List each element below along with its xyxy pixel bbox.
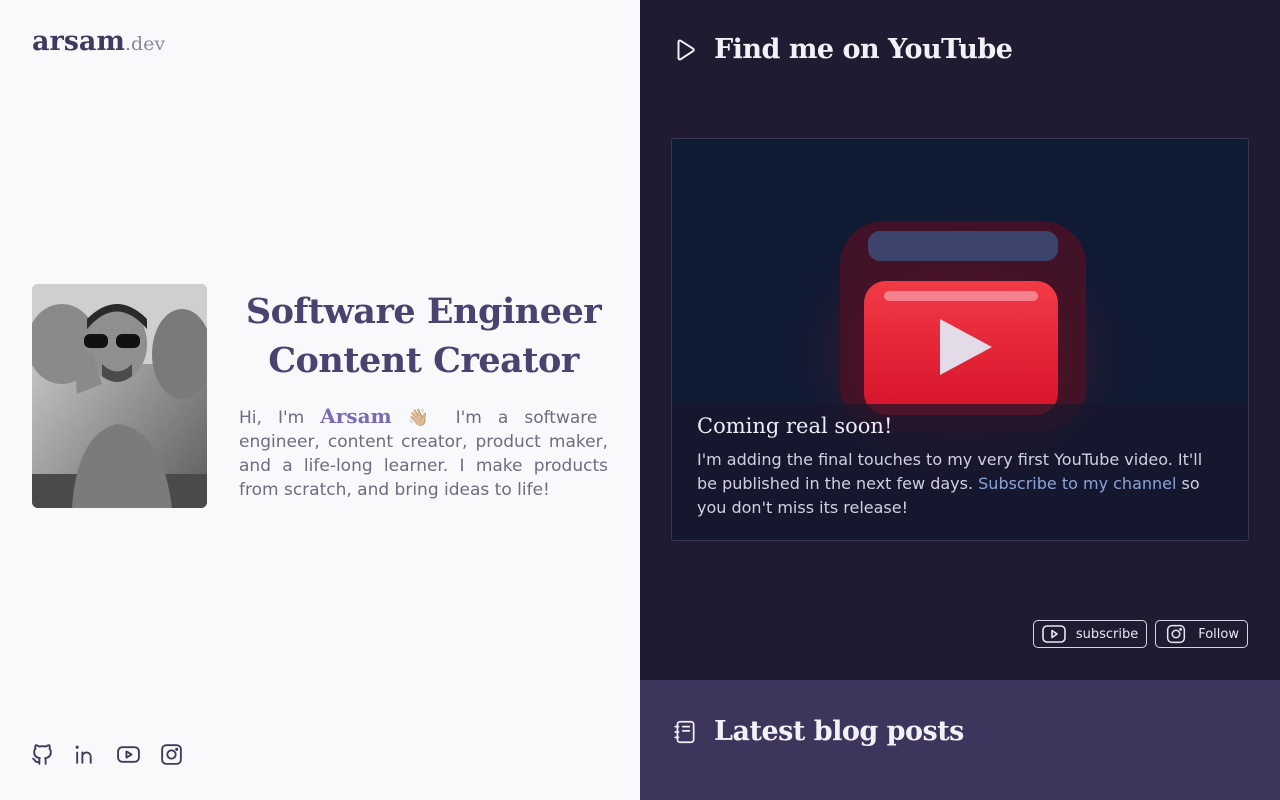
play-icon: [677, 39, 695, 60]
youtube-section: Find me on YouTube Coming real soon! I'm…: [640, 0, 1280, 680]
follow-label: Follow: [1198, 626, 1239, 642]
video-caption: Coming real soon! I'm adding the final t…: [672, 404, 1248, 540]
video-description: I'm adding the final touches to my very …: [697, 448, 1225, 520]
blog-heading: Latest blog posts: [714, 716, 964, 747]
linkedin-icon[interactable]: [73, 742, 98, 767]
hero-name: Arsam: [320, 404, 392, 428]
youtube-icon[interactable]: [116, 742, 141, 767]
hero-title-line-2: Content Creator: [268, 340, 579, 381]
hero-title-line-1: Software Engineer: [245, 291, 602, 332]
youtube-heading: Find me on YouTube: [714, 34, 1013, 65]
youtube-header: Find me on YouTube: [672, 34, 1013, 65]
hero-title: Software Engineer Content Creator: [239, 287, 608, 385]
hero-intro: Hi, I'm Arsam 👋🏼 I'm a software engineer…: [239, 404, 608, 502]
site-logo[interactable]: arsam.dev: [32, 26, 165, 57]
youtube-icon: [1042, 625, 1066, 643]
blog-header: Latest blog posts: [672, 716, 964, 747]
subscribe-label: subscribe: [1075, 626, 1139, 642]
video-title: Coming real soon!: [697, 414, 893, 438]
subscribe-channel-link[interactable]: Subscribe to my channel: [978, 474, 1176, 493]
instagram-icon[interactable]: [159, 742, 184, 767]
follow-button[interactable]: Follow: [1155, 620, 1248, 648]
instagram-icon: [1167, 624, 1186, 644]
github-icon[interactable]: [30, 742, 55, 767]
social-links: [30, 742, 184, 767]
intro-panel: arsam.dev Software Engineer Content Crea…: [0, 0, 640, 800]
avatar: [32, 284, 207, 508]
logo-tld: .dev: [124, 33, 166, 55]
wave-emoji-icon: 👋🏼: [407, 408, 440, 428]
youtube-actions: subscribe Follow: [1032, 620, 1248, 648]
blog-section: Latest blog posts: [640, 680, 1280, 800]
subscribe-button[interactable]: subscribe: [1032, 620, 1148, 648]
logo-name: arsam: [32, 26, 125, 57]
notebook-icon: [674, 720, 695, 743]
hero-greeting: Hi, I'm: [239, 408, 305, 428]
video-card[interactable]: Coming real soon! I'm adding the final t…: [671, 138, 1249, 541]
